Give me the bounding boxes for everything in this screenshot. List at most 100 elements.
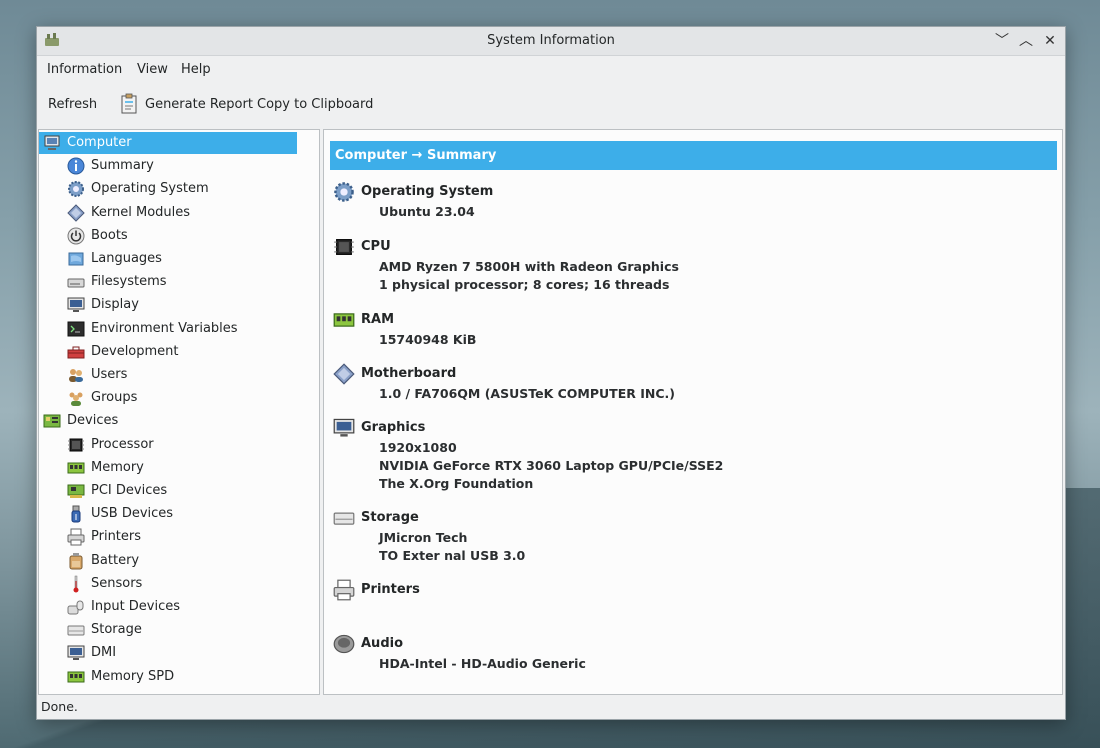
sidebar-item[interactable]: Memory SPD: [39, 666, 297, 688]
sidebar-item[interactable]: Summary: [39, 155, 297, 177]
printer-icon: [67, 528, 85, 546]
sidebar-item-label: Computer: [67, 135, 132, 150]
storage-icon: [67, 625, 85, 636]
sidebar-item[interactable]: Users: [39, 364, 297, 386]
battery-icon: [69, 552, 83, 570]
content-header-text: Computer → Summary: [335, 148, 497, 163]
sidebar-item[interactable]: Printers: [39, 526, 297, 548]
sidebar-item-label: Memory SPD: [91, 668, 175, 684]
summary-panel: Computer → Summary Operating System Ubunt…: [323, 129, 1063, 695]
section-title: Storage: [361, 510, 419, 525]
section-value: HDA-Intel - HD-Audio Generic: [379, 656, 586, 671]
users-icon: [69, 369, 83, 382]
sidebar-item-label: Development: [91, 343, 179, 359]
section-value: Ubuntu 23.04: [379, 204, 475, 219]
sidebar-item[interactable]: Display: [39, 294, 297, 316]
sidebar-item[interactable]: DMI: [39, 642, 297, 664]
sidebar-item[interactable]: Storage: [39, 619, 297, 641]
monitor-icon: [67, 645, 85, 661]
ram-icon: [67, 462, 85, 474]
sidebar-item[interactable]: Battery: [39, 550, 297, 572]
section-value: 15740948 KiB: [379, 332, 477, 347]
section-title: Graphics: [361, 420, 426, 435]
sidebar-item[interactable]: Languages: [39, 248, 297, 270]
chip-icon: [334, 239, 354, 255]
sidebar-item-label: DMI: [91, 645, 117, 661]
thermometer-icon: [73, 575, 79, 593]
report-icon: [121, 93, 137, 114]
sidebar-item[interactable]: Boots: [39, 225, 297, 247]
sidebar-item[interactable]: Environment Variables: [39, 318, 297, 340]
maximize-icon[interactable]: ︿: [1016, 31, 1036, 51]
sidebar-item-label: PCI Devices: [91, 483, 168, 498]
sidebar-item[interactable]: Sensors: [39, 573, 297, 595]
status-bar: Done.: [41, 699, 78, 714]
sidebar-item-label: Printers: [91, 529, 142, 545]
ram-icon: [333, 313, 355, 327]
sidebar-item-label: Summary: [91, 158, 154, 174]
sidebar-item-label: Filesystems: [91, 274, 167, 290]
sidebar-item[interactable]: Operating System: [39, 178, 297, 200]
monitor-icon: [333, 418, 355, 437]
sidebar-item[interactable]: Input Devices: [39, 596, 297, 618]
sidebar-item-label: USB Devices: [91, 506, 174, 522]
window-title: System Information: [487, 33, 615, 48]
sidebar-item[interactable]: Devices: [39, 410, 297, 432]
input-icon: [67, 600, 84, 615]
copy-clipboard-button[interactable]: Copy to Clipboard: [257, 97, 373, 112]
chip-icon: [68, 438, 84, 452]
section-title: CPU: [361, 239, 391, 254]
sidebar-item[interactable]: Kernel Modules: [39, 202, 297, 224]
sidebar-item-label: Processor: [91, 436, 154, 452]
sidebar-item-label: Languages: [91, 251, 162, 266]
section-value: AMD Ryzen 7 5800H with Radeon Graphics: [379, 259, 679, 274]
speaker-icon: [333, 634, 355, 654]
app-window: System Information ﹀ ︿ ✕ Information Vie…: [36, 26, 1066, 720]
close-icon[interactable]: ✕: [1040, 31, 1060, 51]
sidebar-item-label: Input Devices: [91, 599, 181, 614]
section-title: Motherboard: [361, 366, 457, 381]
section-value: TO Exter nal USB 3.0: [379, 548, 526, 563]
sidebar-item-label: Devices: [67, 413, 119, 429]
power-icon: [67, 227, 85, 245]
section-title: Printers: [361, 582, 420, 597]
menu-view[interactable]: View: [137, 62, 168, 77]
refresh-button[interactable]: Refresh: [48, 97, 97, 112]
ram-icon: [67, 671, 85, 683]
menu-help[interactable]: Help: [181, 62, 211, 77]
usb-icon: [71, 505, 81, 523]
section-value: JMicron Tech: [379, 530, 468, 545]
sidebar-item-label: Battery: [91, 552, 140, 568]
drive-icon: [67, 278, 85, 288]
section-title: RAM: [361, 312, 395, 327]
sidebar-item[interactable]: Memory: [39, 457, 297, 479]
flag-icon: [68, 252, 84, 266]
sidebar-item-label: Environment Variables: [91, 320, 238, 336]
sidebar-item[interactable]: Processor: [39, 434, 297, 456]
board-icon: [43, 414, 61, 428]
diamond-icon: [67, 203, 85, 222]
generate-report-button[interactable]: Generate Report: [145, 97, 253, 112]
section-title: Operating System: [361, 184, 494, 199]
sidebar-item[interactable]: Filesystems: [39, 271, 297, 293]
sidebar-item-label: Display: [91, 297, 139, 313]
sidebar-item-label: Kernel Modules: [91, 204, 191, 220]
sidebar-tree[interactable]: Computer Summary Operating System Kernel…: [38, 129, 320, 695]
sidebar-item[interactable]: Development: [39, 341, 297, 363]
sidebar-item-label: Boots: [91, 227, 128, 243]
title-bar: System Information ﹀ ︿ ✕: [37, 27, 1065, 56]
sidebar-item[interactable]: USB Devices: [39, 503, 297, 525]
sidebar-item[interactable]: Computer: [39, 132, 297, 154]
section-value: 1.0 / FA706QM (ASUSTeK COMPUTER INC.): [379, 386, 675, 401]
sidebar-item[interactable]: PCI Devices: [39, 480, 297, 502]
section-value: 1 physical processor; 8 cores; 16 thread…: [379, 277, 670, 292]
sidebar-item[interactable]: Groups: [39, 387, 297, 409]
section-value: The X.Org Foundation: [379, 476, 534, 491]
section-value: NVIDIA GeForce RTX 3060 Laptop GPU/PCIe/…: [379, 458, 724, 473]
info-icon: [67, 157, 85, 175]
gear-icon: [334, 182, 354, 202]
minimize-icon[interactable]: ﹀: [992, 31, 1012, 51]
printer-icon: [333, 579, 355, 601]
menu-information[interactable]: Information: [47, 62, 122, 77]
sidebar-item-label: Memory: [91, 459, 144, 475]
